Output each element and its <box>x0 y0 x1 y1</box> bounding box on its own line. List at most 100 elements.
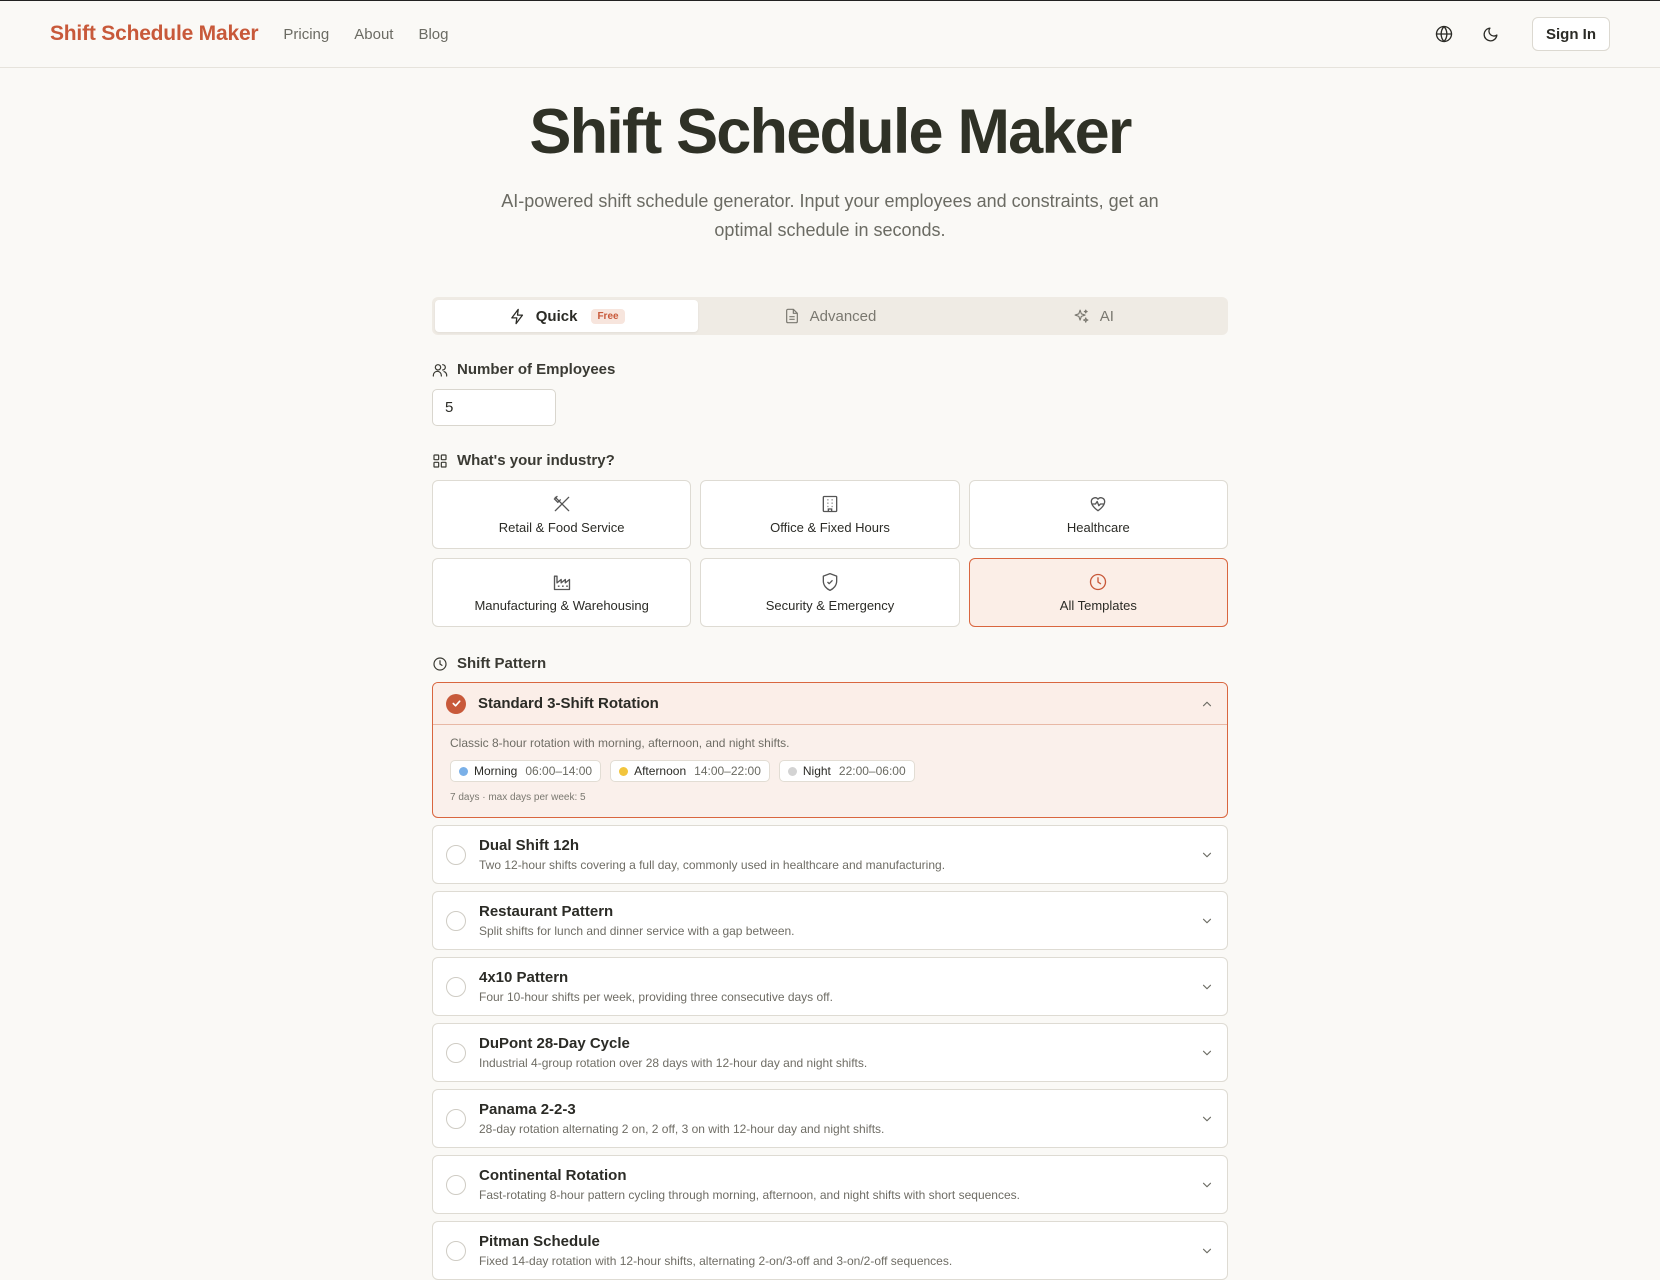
shift-name: Afternoon <box>634 764 687 778</box>
pattern-description: Two 12-hour shifts covering a full day, … <box>479 858 946 872</box>
shift-pattern-label: Shift Pattern <box>432 655 1228 672</box>
industry-card-healthcare[interactable]: Healthcare <box>968 480 1228 549</box>
tab-quick[interactable]: Quick Free <box>435 300 699 332</box>
pattern-title: Pitman Schedule <box>479 1233 600 1250</box>
radio-button[interactable] <box>446 1174 466 1195</box>
brand-logo[interactable]: Shift Schedule Maker <box>50 22 259 46</box>
pattern-text: DuPont 28-Day Cycle Industrial 4-group r… <box>479 1035 867 1070</box>
pattern-option-dupont[interactable]: DuPont 28-Day Cycle Industrial 4-group r… <box>432 1023 1228 1082</box>
chevron-down-icon[interactable] <box>1200 1112 1214 1126</box>
pattern-description: Fast-rotating 8-hour pattern cycling thr… <box>479 1188 1020 1202</box>
building-icon <box>822 495 838 513</box>
chevron-down-icon[interactable] <box>1200 1244 1214 1258</box>
clock-icon <box>1090 573 1107 591</box>
header-actions: Sign In <box>1428 17 1610 51</box>
industry-card-all-templates[interactable]: All Templates <box>968 558 1228 627</box>
tab-advanced-label: Advanced <box>809 307 877 325</box>
pattern-description: 28-day rotation alternating 2 on, 2 off,… <box>479 1122 885 1136</box>
theme-toggle-button[interactable] <box>1474 18 1506 50</box>
industry-card-label: Security & Emergency <box>765 598 895 613</box>
top-navbar: Shift Schedule Maker Pricing About Blog … <box>0 1 1660 68</box>
tab-ai[interactable]: AI <box>962 300 1225 332</box>
shift-chips: Morning 06:00–14:00 Afternoon 14:00–22:0… <box>450 760 1210 782</box>
industry-card-label: All Templates <box>1059 598 1137 613</box>
pattern-description: Fixed 14-day rotation with 12-hour shift… <box>479 1254 953 1268</box>
nav-link-blog[interactable]: Blog <box>418 26 448 43</box>
pattern-option-header[interactable]: Standard 3-Shift Rotation <box>433 683 1227 725</box>
sparkles-icon <box>1074 309 1089 323</box>
pattern-text: Pitman Schedule Fixed 14-day rotation wi… <box>479 1233 952 1268</box>
industry-label: What's your industry? <box>432 452 1228 469</box>
chevron-down-icon[interactable] <box>1200 1046 1214 1060</box>
pattern-title: Restaurant Pattern <box>479 903 614 920</box>
mode-tabs: Quick Free Advanced AI <box>432 297 1228 335</box>
shift-color-dot <box>459 766 468 776</box>
pattern-option-selected: Standard 3-Shift Rotation Classic 8-hour… <box>432 682 1228 818</box>
pattern-option-continental[interactable]: Continental Rotation Fast-rotating 8-hou… <box>432 1155 1228 1214</box>
schedule-form: Quick Free Advanced AI Number of Employe… <box>432 297 1228 1280</box>
heart-pulse-icon <box>1090 497 1106 512</box>
shift-time: 22:00–06:00 <box>838 764 906 778</box>
pattern-option-dual-shift[interactable]: Dual Shift 12h Two 12-hour shifts coveri… <box>432 825 1228 884</box>
chevron-down-icon[interactable] <box>1200 980 1214 994</box>
pattern-option-4x10[interactable]: 4x10 Pattern Four 10-hour shifts per wee… <box>432 957 1228 1016</box>
industry-card-label: Retail & Food Service <box>498 520 625 535</box>
industry-card-manufacturing[interactable]: Manufacturing & Warehousing <box>432 558 692 627</box>
radio-button[interactable] <box>446 1108 466 1129</box>
industry-card-retail[interactable]: Retail & Food Service <box>432 480 692 549</box>
shift-chip-night: Night 22:00–06:00 <box>778 760 915 782</box>
pattern-description: Split shifts for lunch and dinner servic… <box>479 924 795 938</box>
pattern-title: Continental Rotation <box>479 1167 627 1184</box>
pattern-text: Panama 2-2-3 28-day rotation alternating… <box>479 1101 884 1136</box>
industry-grid: Retail & Food Service Office & Fixed Hou… <box>432 480 1228 627</box>
shift-name: Morning <box>474 764 518 778</box>
pattern-title: Standard 3-Shift Rotation <box>478 695 659 712</box>
employee-count-input[interactable] <box>432 389 556 426</box>
chevron-down-icon[interactable] <box>1200 848 1214 862</box>
pattern-details: Classic 8-hour rotation with morning, af… <box>433 725 1227 817</box>
chevron-down-icon[interactable] <box>1200 914 1214 928</box>
tab-advanced[interactable]: Advanced <box>698 300 961 332</box>
shift-pattern-list: Standard 3-Shift Rotation Classic 8-hour… <box>432 682 1228 1280</box>
hero-section: Shift Schedule Maker AI-powered shift sc… <box>0 68 1660 245</box>
moon-icon <box>1483 26 1498 41</box>
industry-card-security[interactable]: Security & Emergency <box>700 558 960 627</box>
industry-card-label: Manufacturing & Warehousing <box>474 598 649 613</box>
shift-pattern-section: Shift Pattern Standard 3-Shift Rotation <box>432 655 1228 1280</box>
language-button[interactable] <box>1428 18 1460 50</box>
pattern-meta: 7 days · max days per week: 5 <box>450 792 586 803</box>
chevron-up-icon[interactable] <box>1200 697 1214 711</box>
globe-icon <box>1435 25 1453 43</box>
main-nav: Pricing About Blog <box>283 26 448 43</box>
sign-in-button[interactable]: Sign In <box>1532 17 1610 51</box>
shift-color-dot <box>787 766 797 776</box>
pattern-title: 4x10 Pattern <box>479 969 569 986</box>
industry-label-text: What's your industry? <box>457 452 615 469</box>
radio-button[interactable] <box>446 844 466 865</box>
clock-icon <box>433 656 447 671</box>
pattern-option-restaurant[interactable]: Restaurant Pattern Split shifts for lunc… <box>432 891 1228 950</box>
pattern-title: Dual Shift 12h <box>479 837 580 854</box>
radio-button[interactable] <box>446 1240 466 1261</box>
employees-section: Number of Employees <box>432 361 1228 426</box>
pattern-option-pitman[interactable]: Pitman Schedule Fixed 14-day rotation wi… <box>432 1221 1228 1280</box>
nav-link-about[interactable]: About <box>354 26 393 43</box>
shift-time: 06:00–14:00 <box>525 764 593 778</box>
chevron-down-icon[interactable] <box>1200 1178 1214 1192</box>
tab-quick-label: Quick <box>535 307 578 325</box>
nav-link-pricing[interactable]: Pricing <box>283 26 329 43</box>
radio-button[interactable] <box>446 1042 466 1063</box>
pattern-text: Continental Rotation Fast-rotating 8-hou… <box>479 1167 1020 1202</box>
pattern-text: Restaurant Pattern Split shifts for lunc… <box>479 903 795 938</box>
pattern-description: Four 10-hour shifts per week, providing … <box>479 990 833 1004</box>
shift-chip-morning: Morning 06:00–14:00 <box>450 760 602 782</box>
app-window: Shift Schedule Maker Pricing About Blog … <box>0 0 1660 1280</box>
pattern-option-panama[interactable]: Panama 2-2-3 28-day rotation alternating… <box>432 1089 1228 1148</box>
radio-button[interactable] <box>446 976 466 997</box>
pattern-description: Classic 8-hour rotation with morning, af… <box>450 736 790 750</box>
employees-label: Number of Employees <box>432 361 1228 378</box>
lightning-icon <box>510 308 523 324</box>
radio-button[interactable] <box>446 910 466 931</box>
pattern-text: 4x10 Pattern Four 10-hour shifts per wee… <box>479 969 833 1004</box>
industry-card-office[interactable]: Office & Fixed Hours <box>700 480 960 549</box>
